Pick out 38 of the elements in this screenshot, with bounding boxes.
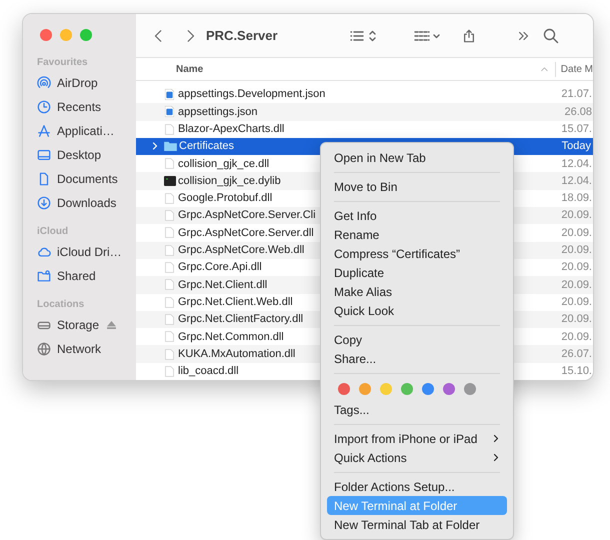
- date-cell-text: 20.09.: [561, 294, 593, 310]
- file-name: Grpc.Core.Api.dll: [178, 260, 262, 276]
- file-name: appsettings.Development.json: [178, 87, 326, 102]
- date-cell-text: 20.09.: [561, 278, 593, 293]
- window-title: PRC.Server: [206, 26, 279, 45]
- date-cell-text: 20.09.: [561, 330, 593, 344]
- file-name: Grpc.Net.Client.dll: [178, 278, 268, 293]
- file-name: lib_coacd.dll: [178, 364, 239, 380]
- date-cell-text: 12.04.: [561, 174, 593, 189]
- date-cell-text: 26.08: [564, 104, 593, 120]
- date-cell-text: 20.09.: [561, 312, 593, 328]
- file-name: collision_gjk_ce.dylib: [178, 174, 281, 189]
- file-name: Google.Protobuf.dll: [178, 191, 272, 206]
- date-cell-text: 20.09.: [561, 226, 593, 241]
- date-cell-text: 21.07.: [561, 87, 593, 102]
- date-cell-text: 15.10.: [561, 364, 593, 380]
- sidebar-heading: iCloud: [37, 225, 70, 239]
- file-name: collision_gjk_ce.dll: [178, 156, 270, 172]
- file-name: Grpc.Net.Client.Web.dll: [178, 294, 293, 310]
- date-cell-text: 12.04.: [561, 156, 593, 172]
- date-cell-text: 26.07.: [561, 346, 593, 362]
- file-name: appsettings.json: [178, 104, 258, 120]
- file-name: Grpc.Net.ClientFactory.dll: [178, 312, 304, 328]
- sidebar-heading: Locations: [37, 298, 86, 312]
- date-cell-text: 18.09.: [561, 191, 593, 206]
- date-cell-text: Today: [562, 139, 592, 154]
- file-name: Certificates: [179, 139, 234, 154]
- date-cell-text: 20.09.: [561, 243, 593, 258]
- sidebar-heading: Favourites: [37, 56, 89, 70]
- date-cell-text: 20.09.: [561, 208, 593, 224]
- file-name: Grpc.AspNetCore.Web.dll: [178, 243, 304, 258]
- file-name: Grpc.Net.Common.dll: [178, 330, 284, 344]
- file-name: KUKA.MxAutomation.dll: [178, 346, 296, 362]
- file-name: Blazor-ApexCharts.dll: [178, 122, 284, 137]
- file-name: Grpc.AspNetCore.Server.dll: [178, 226, 314, 241]
- date-cell-text: 15.07.: [561, 122, 593, 137]
- date-cell-text: 20.09.: [561, 260, 593, 276]
- file-name: Grpc.AspNetCore.Server.Cli: [178, 208, 316, 224]
